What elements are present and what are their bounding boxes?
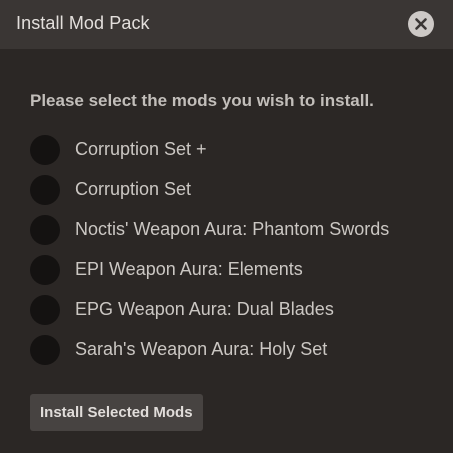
dialog-titlebar: Install Mod Pack xyxy=(0,0,453,49)
mod-option-noctis-weapon-aura[interactable]: Noctis' Weapon Aura: Phantom Swords xyxy=(0,210,453,250)
close-icon xyxy=(415,18,427,30)
mod-label: EPG Weapon Aura: Dual Blades xyxy=(75,299,334,319)
mod-label: Corruption Set + xyxy=(75,139,207,159)
mod-radio[interactable] xyxy=(30,135,60,165)
mod-option-corruption-set[interactable]: Corruption Set xyxy=(0,170,453,210)
selection-prompt: Please select the mods you wish to insta… xyxy=(30,91,374,110)
dialog-title: Install Mod Pack xyxy=(16,13,150,33)
mod-option-sarahs-weapon-aura[interactable]: Sarah's Weapon Aura: Holy Set xyxy=(0,330,453,370)
mod-label: EPI Weapon Aura: Elements xyxy=(75,259,303,279)
install-mod-pack-dialog: Install Mod Pack Please select the mods … xyxy=(0,0,453,453)
mod-option-epi-weapon-aura[interactable]: EPI Weapon Aura: Elements xyxy=(0,250,453,290)
mod-radio[interactable] xyxy=(30,335,60,365)
mod-label: Corruption Set xyxy=(75,179,192,199)
mod-option-corruption-set-plus[interactable]: Corruption Set + xyxy=(0,130,453,170)
mod-radio[interactable] xyxy=(30,215,60,245)
mod-label: Sarah's Weapon Aura: Holy Set xyxy=(75,339,328,359)
mod-radio[interactable] xyxy=(30,175,60,205)
mod-option-epg-weapon-aura[interactable]: EPG Weapon Aura: Dual Blades xyxy=(0,290,453,330)
install-selected-mods-button[interactable]: Install Selected Mods xyxy=(30,394,203,431)
mod-label: Noctis' Weapon Aura: Phantom Swords xyxy=(75,219,390,239)
close-button[interactable] xyxy=(408,11,434,37)
dialog-content: Please select the mods you wish to insta… xyxy=(0,49,453,453)
mod-list: Corruption Set + Corruption Set Noctis' … xyxy=(0,130,453,370)
mod-radio[interactable] xyxy=(30,255,60,285)
mod-radio[interactable] xyxy=(30,295,60,325)
